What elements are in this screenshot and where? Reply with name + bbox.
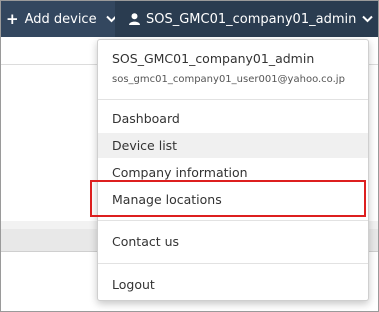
app-window: + Add device SOS_GMC01_company01_admin S… [0,0,379,312]
add-device-button[interactable]: + Add device [6,1,117,37]
menu-item-label: Logout [112,277,155,292]
user-dropdown-menu: SOS_GMC01_company01_admin sos_gmc01_comp… [90,39,369,301]
user-icon [129,13,140,25]
plus-icon: + [6,10,19,28]
add-device-label: Add device [24,11,97,27]
account-email: sos_gmc01_company01_user001@yahoo.co.jp [112,74,345,85]
divider [98,220,368,221]
menu-item-device-list[interactable]: Device list [98,133,368,158]
top-navbar: + Add device SOS_GMC01_company01_admin [1,1,378,37]
user-menu-button[interactable]: SOS_GMC01_company01_admin [115,1,378,37]
menu-item-dashboard[interactable]: Dashboard [98,106,368,131]
menu-item-label: Contact us [112,234,180,249]
menu-item-label: Dashboard [112,111,180,126]
menu-item-contact-us[interactable]: Contact us [98,229,368,254]
user-menu-label: SOS_GMC01_company01_admin [146,11,357,27]
account-name: SOS_GMC01_company01_admin [112,51,315,66]
chevron-down-icon [362,15,374,23]
menu-item-logout[interactable]: Logout [98,272,368,297]
menu-item-label: Manage locations [112,192,222,207]
menu-item-label: Company information [112,165,248,180]
divider [98,263,368,264]
menu-item-manage-locations[interactable]: Manage locations [98,187,368,212]
menu-item-label: Device list [112,138,178,153]
menu-item-company-information[interactable]: Company information [98,160,368,185]
divider [98,99,368,100]
